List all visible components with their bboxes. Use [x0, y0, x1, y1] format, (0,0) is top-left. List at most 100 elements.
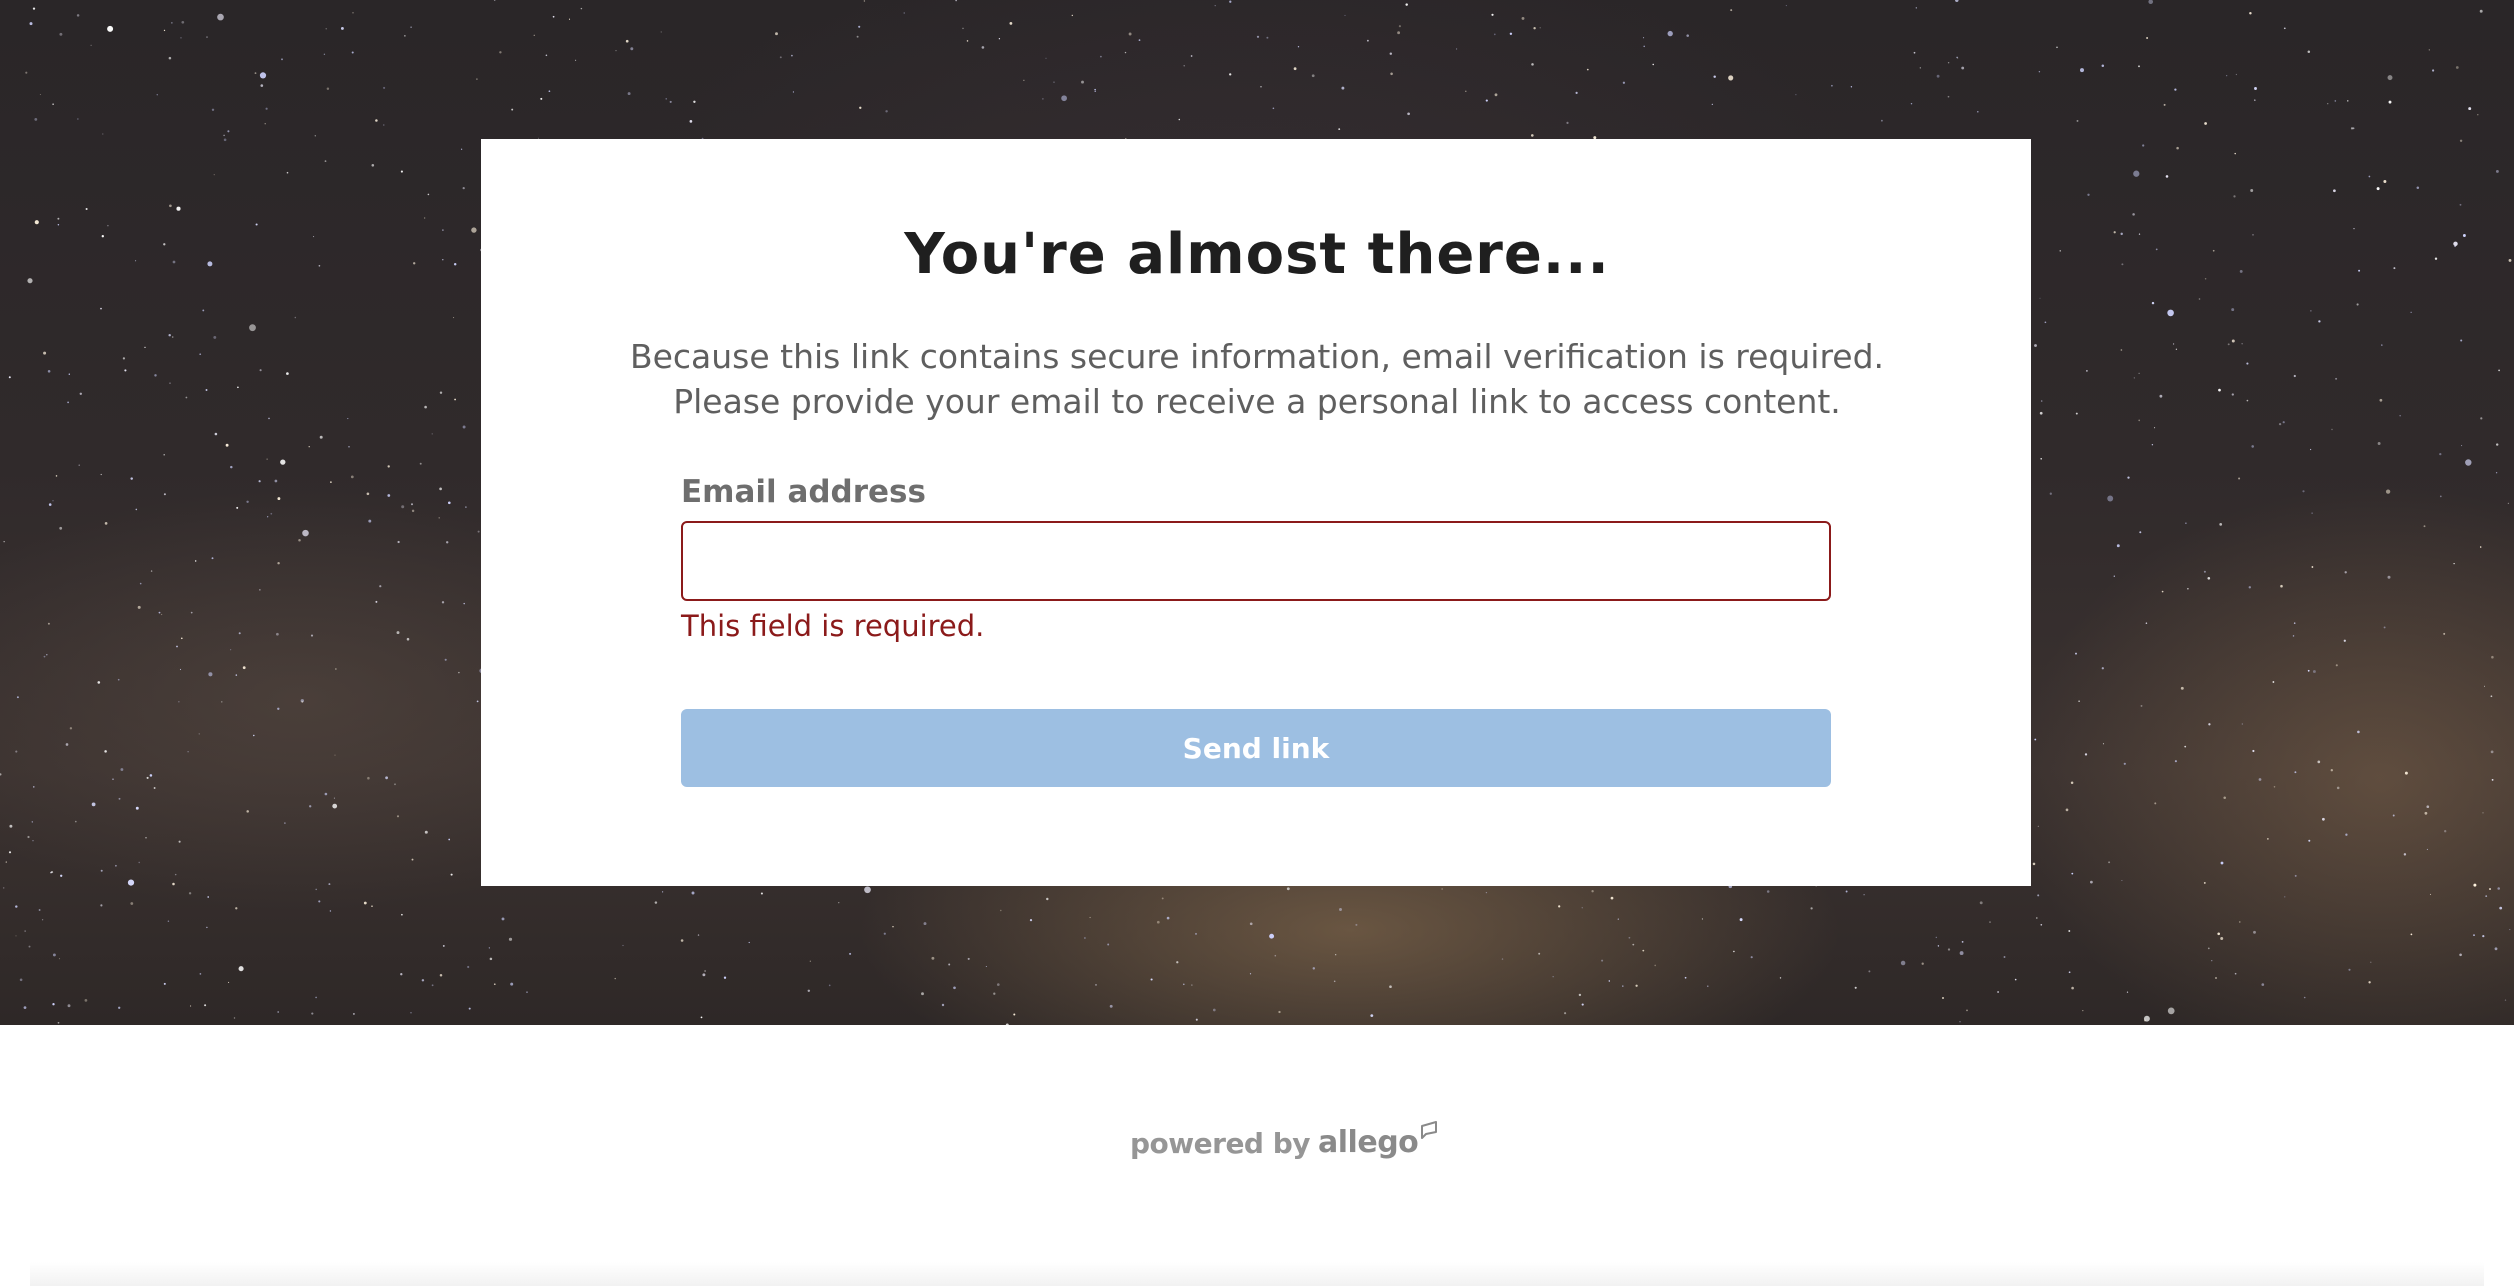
star: [1389, 52, 1393, 55]
star: [277, 707, 280, 710]
star: [25, 71, 28, 74]
star: [2107, 495, 2114, 502]
star: [431, 433, 433, 435]
star: [981, 46, 985, 49]
star: [204, 1004, 207, 1007]
star: [15, 750, 18, 753]
star: [2477, 114, 2479, 116]
star: [665, 98, 667, 100]
star: [1686, 34, 1689, 37]
star: [223, 138, 227, 142]
star: [1166, 916, 1170, 920]
star: [2387, 575, 2391, 579]
star: [1947, 95, 1950, 98]
send-link-button[interactable]: Send link: [681, 709, 1831, 787]
star: [1109, 1004, 1113, 1008]
star: [1831, 84, 1833, 87]
star: [967, 957, 970, 960]
star: [1272, 107, 1275, 110]
star: [615, 50, 617, 52]
star: [941, 1003, 945, 1007]
star: [176, 206, 181, 211]
star: [1128, 32, 1132, 36]
star: [1249, 922, 1253, 926]
star: [1552, 976, 1554, 978]
star: [2167, 309, 2174, 317]
star: [52, 103, 54, 105]
star: [2219, 523, 2223, 526]
star: [2368, 175, 2371, 178]
star: [160, 613, 163, 616]
star: [1214, 5, 1216, 7]
email-field[interactable]: [681, 521, 1831, 601]
star: [1509, 32, 1513, 36]
star: [998, 38, 1001, 40]
star: [883, 932, 886, 935]
star: [697, 934, 700, 936]
star: [84, 999, 88, 1002]
star: [5, 861, 7, 863]
star: [102, 133, 104, 135]
star: [309, 805, 312, 808]
star: [1161, 897, 1164, 900]
star: [1977, 110, 1979, 113]
star: [493, 0, 496, 1]
star: [1707, 985, 1709, 987]
star: [580, 7, 583, 10]
description-line: Because this link contains secure inform…: [629, 337, 1885, 376]
star: [1456, 48, 1458, 50]
star: [1935, 936, 1937, 939]
powered-by-logo[interactable]: powered by allego: [1130, 1112, 1438, 1160]
star: [318, 900, 321, 903]
star: [52, 1003, 55, 1006]
star: [1355, 923, 1358, 926]
star: [2253, 930, 2256, 934]
star: [284, 822, 286, 824]
star: [187, 750, 189, 753]
star: [176, 645, 178, 648]
star: [28, 945, 31, 948]
star: [2455, 66, 2459, 69]
star: [1286, 887, 1290, 891]
star: [1249, 973, 1252, 975]
star: [74, 820, 77, 823]
star: [2410, 933, 2413, 936]
star: [1730, 9, 1733, 12]
star: [180, 637, 183, 640]
star: [1643, 45, 1645, 48]
star: [2071, 986, 2074, 990]
star: [137, 605, 141, 609]
star: [2127, 476, 2130, 479]
star: [2284, 896, 2286, 898]
star: [2473, 934, 2475, 936]
star: [2496, 443, 2499, 446]
star: [1138, 39, 1141, 41]
star: [1610, 896, 1614, 900]
star: [100, 869, 103, 872]
star: [50, 871, 54, 874]
star: [1921, 962, 1924, 965]
star: [2174, 88, 2177, 91]
star: [2203, 881, 2206, 884]
star: [2356, 303, 2359, 306]
star: [29, 22, 33, 26]
star: [2465, 459, 2472, 466]
star: [1900, 960, 1906, 966]
star: [1293, 67, 1297, 71]
star: [1124, 51, 1127, 54]
star: [2311, 512, 2313, 514]
star: [526, 991, 528, 993]
star: [340, 26, 344, 30]
star: [2116, 544, 2120, 548]
star: [1961, 941, 1964, 943]
star: [46, 653, 48, 656]
star: [2165, 175, 2169, 178]
brand-name: allego: [1318, 1125, 1419, 1160]
star: [2090, 880, 2093, 884]
star: [2163, 103, 2166, 106]
star: [1195, 932, 1197, 935]
star: [2499, 906, 2503, 910]
star: [748, 941, 750, 944]
star: [2335, 664, 2338, 667]
star: [2302, 490, 2305, 493]
